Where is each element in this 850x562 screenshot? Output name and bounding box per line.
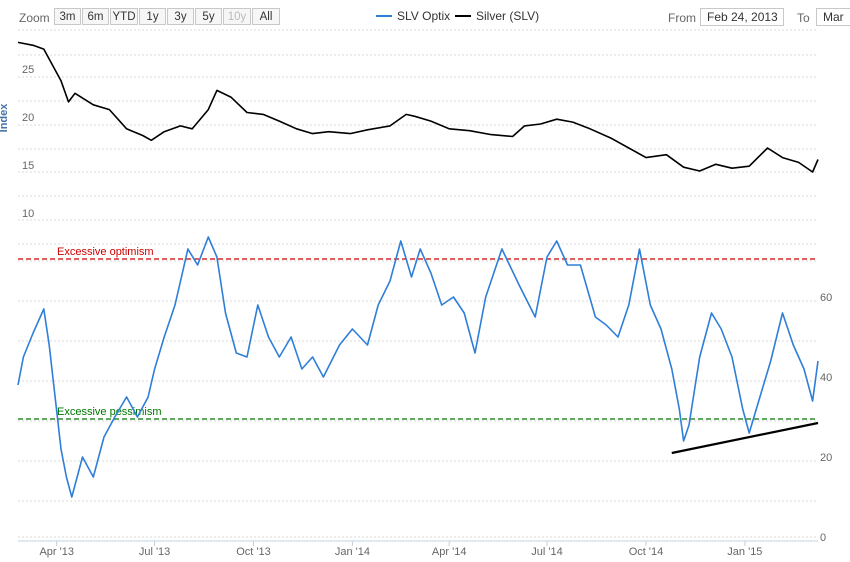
- pessimism-label: Excessive pessimism: [57, 406, 162, 418]
- legend-item-silver[interactable]: Silver (SLV): [455, 9, 539, 23]
- x-tick-label: Jul '13: [139, 546, 170, 558]
- threshold-annotations: Excessive optimism Excessive pessimism: [18, 246, 818, 420]
- upper-tick-label: 10: [22, 208, 34, 220]
- x-tick-label: Jul '14: [531, 546, 562, 558]
- upper-tick-label: 25: [22, 64, 34, 76]
- legend-label-slv-optix: SLV Optix: [397, 9, 451, 23]
- lower-tick-label: 20: [820, 452, 832, 464]
- chart-area: 25 20 15 10 Index 60 40 20 0 Apr '13 Jul '13 Oct…: [0, 29, 832, 558]
- upper-tick-label: 20: [22, 112, 34, 124]
- legend-item-slv-optix[interactable]: SLV Optix: [376, 9, 450, 23]
- legend-swatch-silver: [455, 15, 471, 17]
- legend-swatch-slv-optix: [376, 15, 392, 17]
- zoom-5y-button[interactable]: 5y: [195, 8, 222, 25]
- zoom-all-button[interactable]: All: [252, 8, 280, 25]
- x-tick-label: Apr '14: [432, 546, 467, 558]
- x-tick-label: Oct '13: [236, 546, 271, 558]
- range-selector-toolbar: Zoom 3m 6m YTD 1y 3y 5y 10y All SLV Opti…: [0, 0, 850, 34]
- upper-axis-ticks: 25 20 15 10: [22, 64, 34, 220]
- upper-tick-label: 15: [22, 160, 34, 172]
- from-label: From: [668, 11, 696, 25]
- silver-series-line: [17, 41, 819, 173]
- x-tick-label: Oct '14: [629, 546, 664, 558]
- chart-series: [17, 41, 819, 498]
- zoom-10y-button: 10y: [223, 8, 251, 25]
- lower-tick-label: 40: [820, 372, 832, 384]
- to-date-input[interactable]: Mar: [816, 8, 850, 26]
- x-axis-ticks: Apr '13 Jul '13 Oct '13 Jan '14 Apr '14 Jul '…: [39, 541, 762, 558]
- zoom-label: Zoom: [19, 11, 50, 25]
- from-date-input[interactable]: Feb 24, 2013: [700, 8, 784, 26]
- zoom-6m-button[interactable]: 6m: [82, 8, 109, 25]
- zoom-ytd-button[interactable]: YTD: [110, 8, 138, 25]
- zoom-3y-button[interactable]: 3y: [167, 8, 194, 25]
- x-tick-label: Jan '15: [727, 546, 762, 558]
- lower-tick-label: 0: [820, 532, 826, 544]
- x-tick-label: Jan '14: [335, 546, 370, 558]
- legend-label-silver: Silver (SLV): [476, 9, 540, 23]
- zoom-3m-button[interactable]: 3m: [54, 8, 81, 25]
- x-tick-label: Apr '13: [39, 546, 74, 558]
- support-trendline: [671, 421, 819, 455]
- upper-axis-title: Index: [0, 103, 10, 133]
- slv-optix-series-line: [17, 236, 819, 498]
- chart-grid: [18, 29, 818, 538]
- lower-axis-ticks: 60 40 20 0: [820, 292, 832, 544]
- lower-tick-label: 60: [820, 292, 832, 304]
- zoom-1y-button[interactable]: 1y: [139, 8, 166, 25]
- optimism-label: Excessive optimism: [57, 246, 154, 258]
- trendline-layer: [671, 421, 819, 455]
- to-label: To: [797, 11, 810, 25]
